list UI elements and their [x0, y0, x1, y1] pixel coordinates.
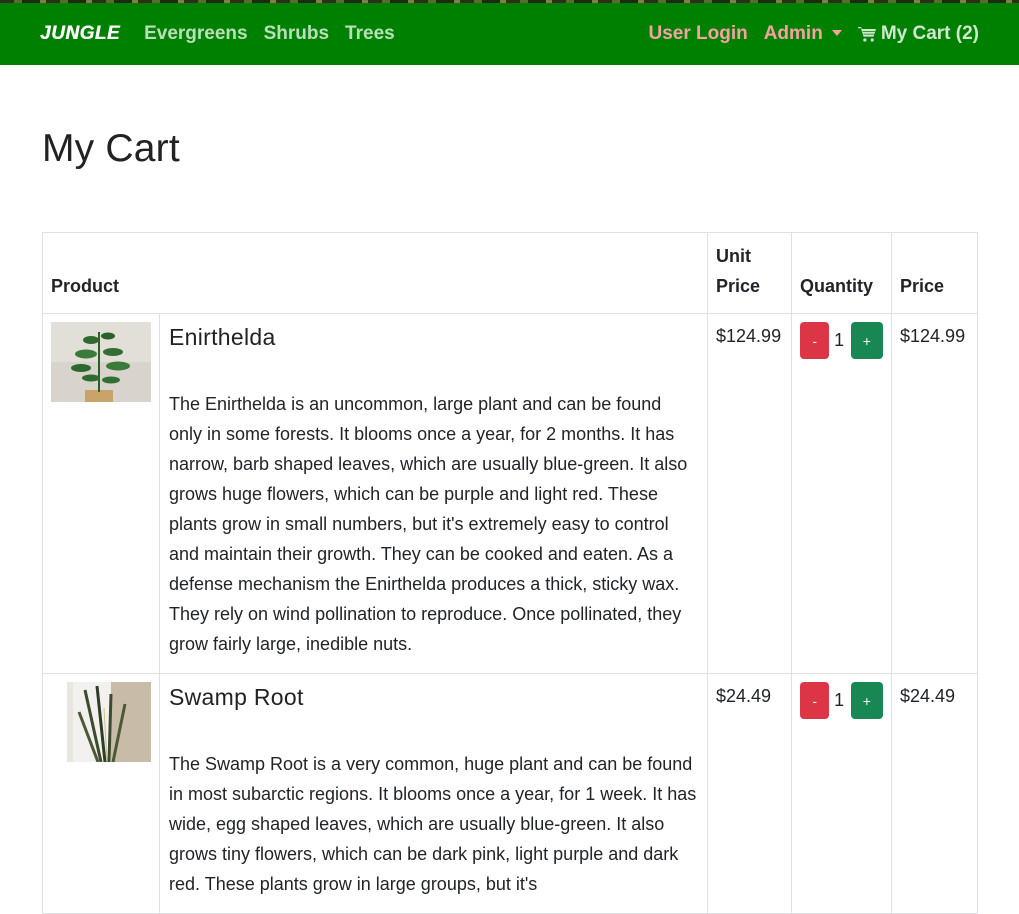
product-image-swamp-root[interactable]	[51, 682, 151, 762]
product-thumb-cell	[42, 313, 160, 674]
table-header-row: Product Unit Price Quantity Price	[41, 232, 979, 314]
page-title: My Cart	[42, 127, 180, 170]
unit-price: $24.49	[707, 673, 793, 914]
product-name: Enirthelda	[169, 324, 276, 350]
unit-price: $124.99	[707, 313, 793, 674]
increase-quantity-button[interactable]: +	[850, 682, 884, 719]
main-content: My Cart Product Unit Price Quantity Pric…	[0, 127, 1019, 914]
nav-link-shrubs[interactable]: Shrubs	[264, 23, 329, 45]
cart-table: Product Unit Price Quantity Price Enirth…	[41, 232, 979, 914]
product-description: The Swamp Root is a very common, huge pl…	[169, 754, 697, 894]
admin-dropdown[interactable]: Admin	[764, 23, 842, 45]
decrease-quantity-button[interactable]: -	[800, 682, 830, 719]
decrease-quantity-button[interactable]: -	[800, 322, 830, 359]
header-quantity: Quantity	[791, 232, 893, 314]
admin-label: Admin	[763, 23, 823, 44]
quantity-cell: - 1 +	[791, 673, 893, 914]
user-login-link[interactable]: User Login	[648, 23, 747, 45]
shopping-cart-icon	[857, 26, 876, 42]
line-total: $24.49	[891, 673, 979, 914]
quantity-stepper: - 1 +	[800, 322, 884, 359]
nav-link-trees[interactable]: Trees	[345, 23, 395, 45]
product-info-cell: Enirthelda The Enirthelda is an uncommon…	[158, 313, 709, 674]
product-description: The Enirthelda is an uncommon, large pla…	[169, 394, 688, 654]
navbar: JUNGLE Evergreens Shrubs Trees User Logi…	[0, 3, 1019, 65]
header-product: Product	[41, 232, 709, 314]
header-unit-price: Unit Price	[707, 232, 793, 314]
line-total: $124.99	[891, 313, 979, 674]
my-cart-link[interactable]: My Cart (2)	[857, 23, 979, 45]
product-image-enirthelda[interactable]	[51, 322, 151, 402]
increase-quantity-button[interactable]: +	[850, 322, 884, 359]
my-cart-label: My Cart (2)	[880, 23, 979, 44]
quantity-stepper: - 1 +	[800, 682, 884, 719]
caret-down-icon	[831, 30, 842, 36]
quantity-cell: - 1 +	[791, 313, 893, 674]
table-row: Enirthelda The Enirthelda is an uncommon…	[42, 313, 979, 674]
nav-right: User Login Admin My Cart (2)	[632, 23, 979, 45]
nav-links: Evergreens Shrubs Trees	[144, 23, 411, 45]
product-info-cell: Swamp Root The Swamp Root is a very comm…	[158, 673, 709, 914]
table-row: Swamp Root The Swamp Root is a very comm…	[42, 673, 979, 914]
product-name: Swamp Root	[169, 684, 304, 710]
nav-link-evergreens[interactable]: Evergreens	[144, 23, 248, 45]
quantity-value: 1	[834, 690, 845, 710]
product-thumb-cell	[42, 673, 160, 914]
brand-logo[interactable]: JUNGLE	[40, 23, 120, 45]
header-price: Price	[891, 232, 979, 314]
quantity-value: 1	[834, 330, 845, 350]
